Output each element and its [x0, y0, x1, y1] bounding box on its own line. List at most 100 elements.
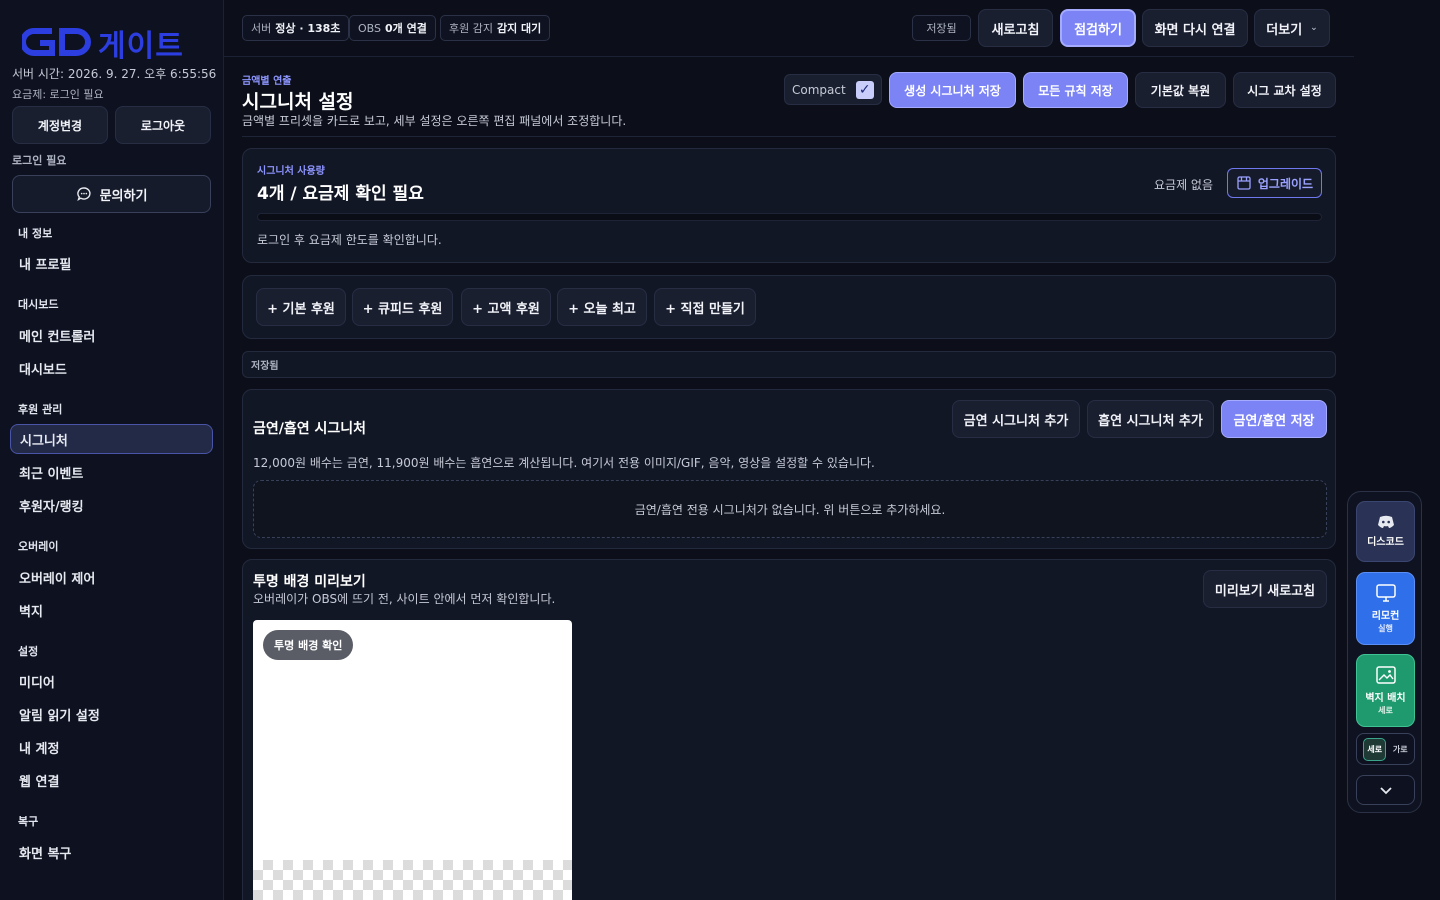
chevron-down-icon: [1379, 786, 1392, 794]
sidebar-item-signature[interactable]: 시그니처: [10, 424, 213, 454]
topbar: 서버 정상 · 138초 OBS 0개 연결 후원 감지 감지 대기 저장됨 새…: [224, 0, 1354, 57]
upgrade-button[interactable]: 업그레이드: [1227, 168, 1322, 198]
save-ban-smoke-button[interactable]: 금연/흡연 저장: [1221, 400, 1327, 438]
usage-eyebrow: 시그니처 사용량: [257, 166, 325, 177]
add-ban-signature-button[interactable]: 금연 시그니처 추가: [952, 400, 1080, 438]
sidebar-item-my-profile[interactable]: 내 프로필: [10, 248, 213, 278]
more-menu-label: 더보기: [1266, 22, 1303, 38]
dock-collapse-button[interactable]: [1356, 775, 1415, 805]
wallpaper-sub-label: 세로: [1378, 706, 1393, 715]
wallpaper-tile[interactable]: 벽지 배치 세로: [1356, 654, 1415, 727]
orientation-horizontal-option[interactable]: 가로: [1393, 744, 1408, 755]
nav-group-overlay: 오버레이: [18, 540, 59, 553]
preset-custom-button[interactable]: + 직접 만들기: [654, 288, 756, 326]
upgrade-label: 업그레이드: [1257, 176, 1314, 191]
obs-status-label: OBS: [358, 21, 381, 35]
more-menu-button[interactable]: 더보기 ⌄: [1254, 9, 1330, 47]
preset-high-amount-button[interactable]: + 고액 후원: [461, 288, 551, 326]
plan-status: 요금제: 로그인 필요: [12, 88, 104, 101]
save-generated-signature-button[interactable]: 생성 시그니처 저장: [889, 72, 1016, 108]
restore-defaults-button[interactable]: 기본값 복원: [1135, 72, 1226, 108]
monitor-icon: [1375, 584, 1396, 602]
orientation-toggle: 세로 가로: [1356, 733, 1415, 765]
nav-group-my-info: 내 정보: [18, 227, 53, 240]
preview-section: 투명 배경 미리보기 오버레이가 OBS에 뜨기 전, 사이트 안에서 먼저 확…: [242, 559, 1336, 900]
donation-detect-value: 감지 대기: [496, 22, 542, 35]
header-divider: [242, 136, 1336, 137]
remote-label: 리모컨: [1371, 611, 1400, 622]
sidebar-item-web-connect[interactable]: 웹 연결: [10, 765, 213, 795]
preset-today-best-button[interactable]: + 오늘 최고: [557, 288, 647, 326]
nav-group-recovery: 복구: [18, 815, 39, 828]
ban-smoke-title: 금연/흡연 시그니처: [253, 421, 367, 437]
reconnect-screen-button[interactable]: 화면 다시 연결: [1142, 9, 1248, 47]
server-status-value: 정상 · 138초: [275, 22, 341, 35]
sidebar-item-screen-recovery[interactable]: 화면 복구: [10, 837, 213, 867]
save-all-rules-button[interactable]: 모든 규칙 저장: [1023, 72, 1128, 108]
remote-tile[interactable]: 리모컨 실행: [1356, 572, 1415, 645]
sidebar-item-alert-reading[interactable]: 알림 읽기 설정: [10, 699, 213, 729]
sidebar-item-overlay-control[interactable]: 오버레이 제어: [10, 562, 213, 592]
ban-smoke-empty-state: 금연/흡연 전용 시그니처가 없습니다. 위 버튼으로 추가하세요.: [253, 480, 1327, 538]
preset-cupid-button[interactable]: + 큐피드 후원: [352, 288, 453, 326]
preview-description: 오버레이가 OBS에 뜨기 전, 사이트 안에서 먼저 확인합니다.: [253, 592, 556, 606]
refresh-button[interactable]: 새로고침: [978, 9, 1053, 47]
sidebar-item-main-controller[interactable]: 메인 컨트롤러: [10, 320, 213, 350]
inquiry-label: 문의하기: [99, 188, 148, 204]
floating-dock: 디스코드 리모컨 실행 벽지 배치 세로 세로 가로: [1347, 491, 1422, 813]
donation-detect-chip: 후원 감지 감지 대기: [440, 15, 551, 41]
sidebar: 게이트 서버 시간: 2026. 9. 27. 오후 6:55:56 요금제: …: [0, 0, 224, 900]
sidebar-item-my-account[interactable]: 내 계정: [10, 732, 213, 762]
checkmark-icon: ✓: [855, 80, 874, 99]
discord-label: 디스코드: [1367, 537, 1404, 548]
change-account-button[interactable]: 계정변경: [12, 106, 108, 144]
remote-sub-label: 실행: [1378, 624, 1393, 633]
saved-status-chip: 저장됨: [912, 15, 971, 41]
logo-mark-icon: [22, 28, 91, 56]
orientation-vertical-option[interactable]: 세로: [1363, 737, 1387, 761]
login-required-label: 로그인 필요: [12, 154, 67, 167]
preview-title: 투명 배경 미리보기: [253, 574, 366, 590]
add-smoke-signature-button[interactable]: 흡연 시그니처 추가: [1087, 400, 1214, 438]
server-status-label: 서버: [251, 22, 272, 35]
cross-setting-button[interactable]: 시그 교차 설정: [1233, 72, 1336, 108]
chat-bubble-icon: [76, 187, 91, 201]
logout-button[interactable]: 로그아웃: [115, 106, 211, 144]
obs-status-chip: OBS 0개 연결: [349, 15, 436, 41]
saved-status-bar: 저장됨: [242, 351, 1336, 378]
preview-refresh-button[interactable]: 미리보기 새로고침: [1203, 570, 1327, 608]
compact-toggle[interactable]: Compact ✓: [784, 74, 882, 105]
chevron-down-icon: ⌄: [1310, 23, 1318, 33]
transparent-check-pill: 투명 배경 확인: [263, 630, 354, 660]
discord-icon: [1377, 515, 1394, 528]
nav-group-donation: 후원 관리: [18, 403, 63, 416]
nav-group-settings: 설정: [18, 645, 39, 658]
page-description: 금액별 프리셋을 카드로 보고, 세부 설정은 오른쪽 편집 패널에서 조정합니…: [242, 114, 627, 128]
server-time: 서버 시간: 2026. 9. 27. 오후 6:55:56: [12, 67, 217, 81]
inspect-button[interactable]: 점검하기: [1060, 9, 1136, 47]
app-logo[interactable]: 게이트: [22, 24, 184, 64]
usage-panel: 시그니처 사용량 4개 / 요금제 확인 필요 요금제 없음 업그레이드 로그인…: [242, 148, 1336, 263]
donation-detect-label: 후원 감지: [449, 22, 493, 35]
sidebar-item-recent-events[interactable]: 최근 이벤트: [10, 457, 213, 487]
sidebar-item-dashboard[interactable]: 대시보드: [10, 353, 213, 383]
transparent-preview-canvas: 투명 배경 확인: [253, 620, 572, 900]
page-title: 시그니처 설정: [242, 91, 354, 113]
checkerboard-background: [253, 860, 572, 900]
image-icon: [1375, 666, 1396, 684]
obs-status-value: 0개 연결: [385, 22, 427, 35]
ban-smoke-description: 12,000원 배수는 금연, 11,900원 배수는 흡연으로 계산됩니다. …: [253, 456, 875, 470]
usage-title: 4개 / 요금제 확인 필요: [257, 184, 424, 204]
preset-basic-button[interactable]: + 기본 후원: [256, 288, 346, 326]
preset-panel: + 기본 후원 + 큐피드 후원 + 고액 후원 + 오늘 최고 + 직접 만들…: [242, 275, 1336, 339]
inquiry-button[interactable]: 문의하기: [12, 175, 211, 213]
usage-note: 로그인 후 요금제 한도를 확인합니다.: [257, 233, 442, 247]
usage-progress-bar: [257, 213, 1322, 221]
compact-label: Compact: [792, 82, 846, 97]
discord-tile[interactable]: 디스코드: [1356, 501, 1415, 562]
sidebar-item-donor-ranking[interactable]: 후원자/랭킹: [10, 490, 213, 520]
sidebar-item-wallpaper[interactable]: 벽지: [10, 595, 213, 625]
wallpaper-label: 벽지 배치: [1365, 693, 1406, 704]
sidebar-item-media[interactable]: 미디어: [10, 666, 213, 696]
store-icon: [1237, 176, 1251, 190]
